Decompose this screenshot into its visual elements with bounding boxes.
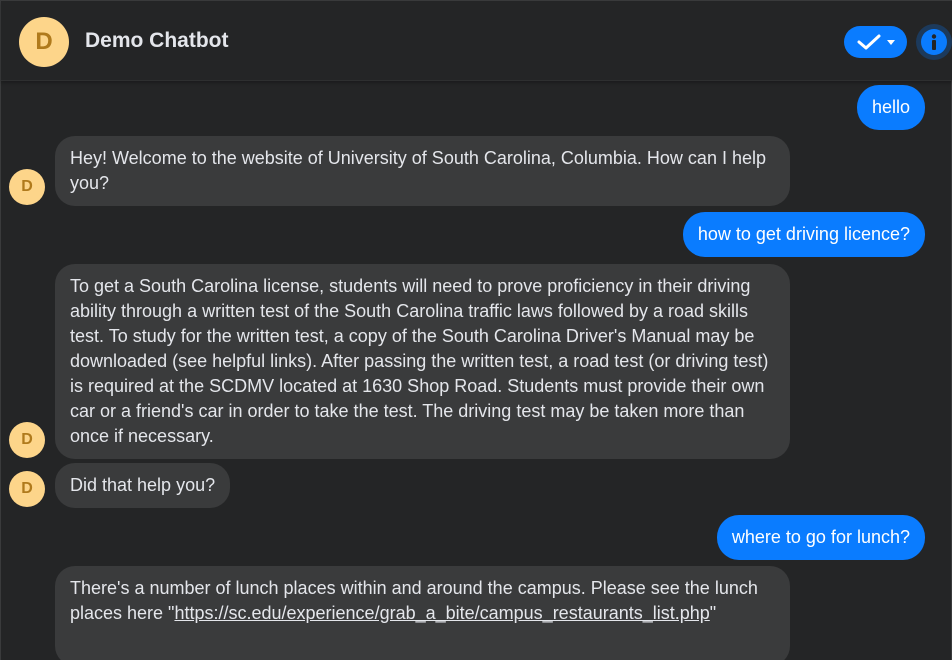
status-button[interactable] (844, 26, 907, 58)
message-text: " (709, 603, 717, 623)
campus-restaurants-link[interactable]: https://sc.edu/experience/grab_a_bite/ca… (174, 603, 709, 623)
user-message: where to go for lunch? (716, 515, 925, 560)
chat-title: Demo Chatbot (85, 29, 229, 52)
info-button[interactable] (916, 24, 952, 60)
chevron-down-icon (886, 40, 895, 45)
user-message: how to get driving licence? (682, 212, 925, 257)
chat-header: D Demo Chatbot (1, 1, 952, 81)
chat-window: D Demo Chatbot hello D Hey! Welcome to t… (0, 0, 952, 660)
bot-avatar: D (19, 17, 69, 67)
bot-message: There's a number of lunch places within … (55, 566, 790, 660)
bot-message-avatar: D (9, 422, 45, 458)
bot-message-avatar: D (9, 471, 45, 507)
bot-message-avatar: D (9, 169, 45, 205)
bot-message: Hey! Welcome to the website of Universit… (55, 136, 790, 206)
check-icon (857, 34, 880, 50)
bot-message: Did that help you? (55, 463, 231, 508)
bot-message: To get a South Carolina license, student… (55, 264, 790, 459)
info-icon (921, 29, 947, 55)
user-message: hello (856, 85, 925, 130)
